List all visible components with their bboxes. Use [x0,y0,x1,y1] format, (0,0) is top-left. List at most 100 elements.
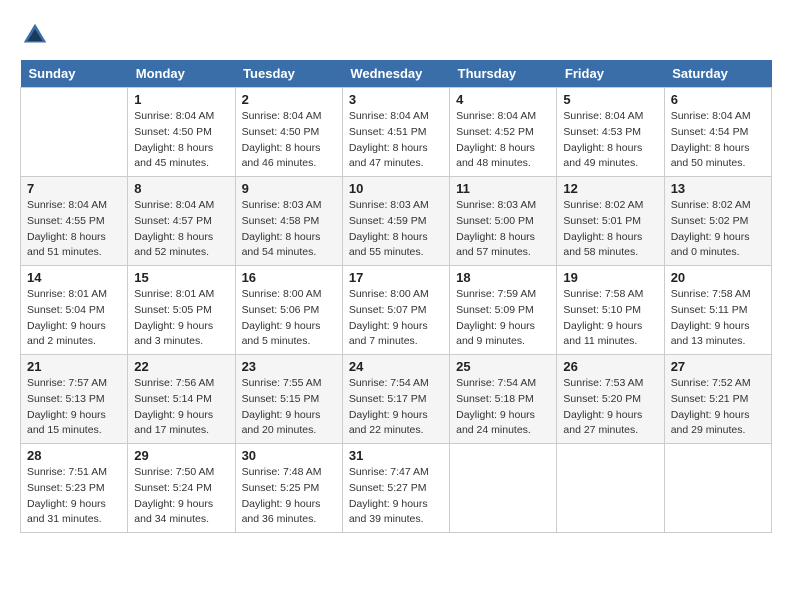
calendar-cell: 22 Sunrise: 7:56 AMSunset: 5:14 PMDayligh… [128,355,235,444]
week-row-5: 28 Sunrise: 7:51 AMSunset: 5:23 PMDayligh… [21,444,772,533]
calendar-cell: 23 Sunrise: 7:55 AMSunset: 5:15 PMDayligh… [235,355,342,444]
day-info: Sunrise: 8:01 AMSunset: 5:04 PMDaylight:… [27,287,121,350]
day-number: 26 [563,359,657,374]
day-header-friday: Friday [557,60,664,88]
calendar-cell: 10 Sunrise: 8:03 AMSunset: 4:59 PMDayligh… [342,177,449,266]
calendar-cell: 14 Sunrise: 8:01 AMSunset: 5:04 PMDayligh… [21,266,128,355]
day-info: Sunrise: 7:51 AMSunset: 5:23 PMDaylight:… [27,465,121,528]
day-header-thursday: Thursday [450,60,557,88]
calendar-cell: 3 Sunrise: 8:04 AMSunset: 4:51 PMDaylight… [342,88,449,177]
day-info: Sunrise: 7:55 AMSunset: 5:15 PMDaylight:… [242,376,336,439]
calendar-cell: 13 Sunrise: 8:02 AMSunset: 5:02 PMDayligh… [664,177,771,266]
day-number: 23 [242,359,336,374]
calendar-cell: 2Sunrise: 8:04 AMSunset: 4:50 PMDaylight… [235,88,342,177]
day-number: 2 [242,92,336,107]
day-info: Sunrise: 8:04 AMSunset: 4:51 PMDaylight:… [349,109,443,172]
calendar-cell: 12 Sunrise: 8:02 AMSunset: 5:01 PMDayligh… [557,177,664,266]
day-number: 31 [349,448,443,463]
day-header-saturday: Saturday [664,60,771,88]
day-info: Sunrise: 8:03 AMSunset: 4:58 PMDaylight:… [242,198,336,261]
calendar-header: SundayMondayTuesdayWednesdayThursdayFrid… [21,60,772,88]
day-info: Sunrise: 7:47 AMSunset: 5:27 PMDaylight:… [349,465,443,528]
day-info: Sunrise: 8:04 AMSunset: 4:57 PMDaylight:… [134,198,228,261]
calendar-cell [664,444,771,533]
day-info: Sunrise: 7:54 AMSunset: 5:17 PMDaylight:… [349,376,443,439]
calendar-cell: 8 Sunrise: 8:04 AMSunset: 4:57 PMDaylight… [128,177,235,266]
day-number: 29 [134,448,228,463]
day-info: Sunrise: 8:02 AMSunset: 5:02 PMDaylight:… [671,198,765,261]
day-info: Sunrise: 8:03 AMSunset: 5:00 PMDaylight:… [456,198,550,261]
day-info: Sunrise: 7:54 AMSunset: 5:18 PMDaylight:… [456,376,550,439]
day-number: 15 [134,270,228,285]
day-info: Sunrise: 7:52 AMSunset: 5:21 PMDaylight:… [671,376,765,439]
day-number: 5 [563,92,657,107]
day-info: Sunrise: 8:03 AMSunset: 4:59 PMDaylight:… [349,198,443,261]
week-row-4: 21 Sunrise: 7:57 AMSunset: 5:13 PMDayligh… [21,355,772,444]
day-info: Sunrise: 7:48 AMSunset: 5:25 PMDaylight:… [242,465,336,528]
day-number: 21 [27,359,121,374]
calendar-cell: 1 Sunrise: 8:04 AMSunset: 4:50 PMDaylight… [128,88,235,177]
calendar-cell: 19 Sunrise: 7:58 AMSunset: 5:10 PMDayligh… [557,266,664,355]
day-number: 19 [563,270,657,285]
day-number: 27 [671,359,765,374]
day-info: Sunrise: 7:58 AMSunset: 5:10 PMDaylight:… [563,287,657,350]
day-number: 7 [27,181,121,196]
day-info: Sunrise: 7:57 AMSunset: 5:13 PMDaylight:… [27,376,121,439]
calendar-cell: 31 Sunrise: 7:47 AMSunset: 5:27 PMDayligh… [342,444,449,533]
day-number: 1 [134,92,228,107]
page-header [20,20,772,50]
calendar-cell: 9 Sunrise: 8:03 AMSunset: 4:58 PMDaylight… [235,177,342,266]
logo [20,20,54,50]
day-number: 6 [671,92,765,107]
day-info: Sunrise: 7:53 AMSunset: 5:20 PMDaylight:… [563,376,657,439]
day-number: 14 [27,270,121,285]
day-header-sunday: Sunday [21,60,128,88]
day-number: 25 [456,359,550,374]
day-number: 10 [349,181,443,196]
calendar-cell: 7Sunrise: 8:04 AMSunset: 4:55 PMDaylight… [21,177,128,266]
calendar-cell: 21 Sunrise: 7:57 AMSunset: 5:13 PMDayligh… [21,355,128,444]
day-number: 3 [349,92,443,107]
calendar-cell: 11 Sunrise: 8:03 AMSunset: 5:00 PMDayligh… [450,177,557,266]
day-info: Sunrise: 7:59 AMSunset: 5:09 PMDaylight:… [456,287,550,350]
day-number: 12 [563,181,657,196]
day-number: 28 [27,448,121,463]
calendar-cell [21,88,128,177]
calendar-cell: 27 Sunrise: 7:52 AMSunset: 5:21 PMDayligh… [664,355,771,444]
calendar-cell: 28 Sunrise: 7:51 AMSunset: 5:23 PMDayligh… [21,444,128,533]
day-number: 16 [242,270,336,285]
day-number: 22 [134,359,228,374]
day-number: 4 [456,92,550,107]
calendar-cell: 20 Sunrise: 7:58 AMSunset: 5:11 PMDayligh… [664,266,771,355]
day-number: 30 [242,448,336,463]
calendar-cell [450,444,557,533]
calendar-cell: 17 Sunrise: 8:00 AMSunset: 5:07 PMDayligh… [342,266,449,355]
logo-icon [20,20,50,50]
day-number: 9 [242,181,336,196]
calendar-cell: 18 Sunrise: 7:59 AMSunset: 5:09 PMDayligh… [450,266,557,355]
calendar-cell: 16Sunrise: 8:00 AMSunset: 5:06 PMDayligh… [235,266,342,355]
day-number: 20 [671,270,765,285]
calendar-cell: 25 Sunrise: 7:54 AMSunset: 5:18 PMDayligh… [450,355,557,444]
day-number: 18 [456,270,550,285]
day-header-wednesday: Wednesday [342,60,449,88]
day-number: 24 [349,359,443,374]
day-number: 17 [349,270,443,285]
calendar-body: 1 Sunrise: 8:04 AMSunset: 4:50 PMDaylight… [21,88,772,533]
day-number: 11 [456,181,550,196]
day-info: Sunrise: 8:04 AMSunset: 4:53 PMDaylight:… [563,109,657,172]
day-info: Sunrise: 7:58 AMSunset: 5:11 PMDaylight:… [671,287,765,350]
calendar-cell: 4Sunrise: 8:04 AMSunset: 4:52 PMDaylight… [450,88,557,177]
day-info: Sunrise: 7:56 AMSunset: 5:14 PMDaylight:… [134,376,228,439]
day-info: Sunrise: 7:50 AMSunset: 5:24 PMDaylight:… [134,465,228,528]
day-number: 13 [671,181,765,196]
week-row-1: 1 Sunrise: 8:04 AMSunset: 4:50 PMDaylight… [21,88,772,177]
calendar-cell: 26 Sunrise: 7:53 AMSunset: 5:20 PMDayligh… [557,355,664,444]
days-of-week-row: SundayMondayTuesdayWednesdayThursdayFrid… [21,60,772,88]
day-info: Sunrise: 8:02 AMSunset: 5:01 PMDaylight:… [563,198,657,261]
calendar-cell: 6Sunrise: 8:04 AMSunset: 4:54 PMDaylight… [664,88,771,177]
week-row-3: 14 Sunrise: 8:01 AMSunset: 5:04 PMDayligh… [21,266,772,355]
day-info: Sunrise: 8:04 AMSunset: 4:50 PMDaylight:… [134,109,228,172]
day-info: Sunrise: 8:00 AMSunset: 5:07 PMDaylight:… [349,287,443,350]
day-number: 8 [134,181,228,196]
